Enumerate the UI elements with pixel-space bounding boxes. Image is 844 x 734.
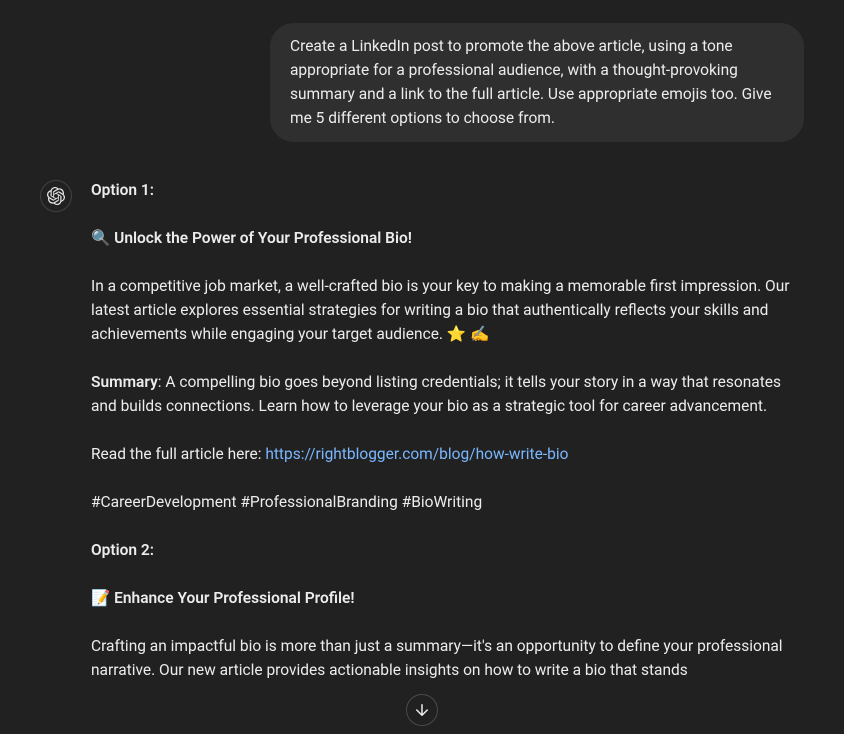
option-1-heading: Option 1: (91, 178, 796, 202)
option-2-body: Crafting an impactful bio is more than j… (91, 634, 796, 682)
option-1-body: In a competitive job market, a well-craf… (91, 274, 796, 346)
option-1-hashtags: #CareerDevelopment #ProfessionalBranding… (91, 490, 796, 514)
option-1-summary: Summary: A compelling bio goes beyond li… (91, 370, 796, 418)
assistant-content: Option 1: 🔍 Unlock the Power of Your Pro… (91, 178, 804, 682)
option-1-read-link: Read the full article here: https://righ… (91, 442, 796, 466)
arrow-down-icon (413, 701, 431, 719)
option-1-title: 🔍 Unlock the Power of Your Professional … (91, 226, 796, 250)
openai-logo-icon (47, 187, 65, 205)
option-2-title: 📝 Enhance Your Professional Profile! (91, 586, 796, 610)
chat-container: Create a LinkedIn post to promote the ab… (0, 0, 844, 682)
assistant-avatar (40, 180, 72, 212)
user-message-row: Create a LinkedIn post to promote the ab… (40, 23, 804, 142)
scroll-to-bottom-button[interactable] (406, 694, 438, 726)
assistant-message-row: Option 1: 🔍 Unlock the Power of Your Pro… (40, 178, 804, 682)
article-link[interactable]: https://rightblogger.com/blog/how-write-… (265, 445, 568, 463)
user-message[interactable]: Create a LinkedIn post to promote the ab… (270, 23, 804, 142)
option-2-heading: Option 2: (91, 538, 796, 562)
